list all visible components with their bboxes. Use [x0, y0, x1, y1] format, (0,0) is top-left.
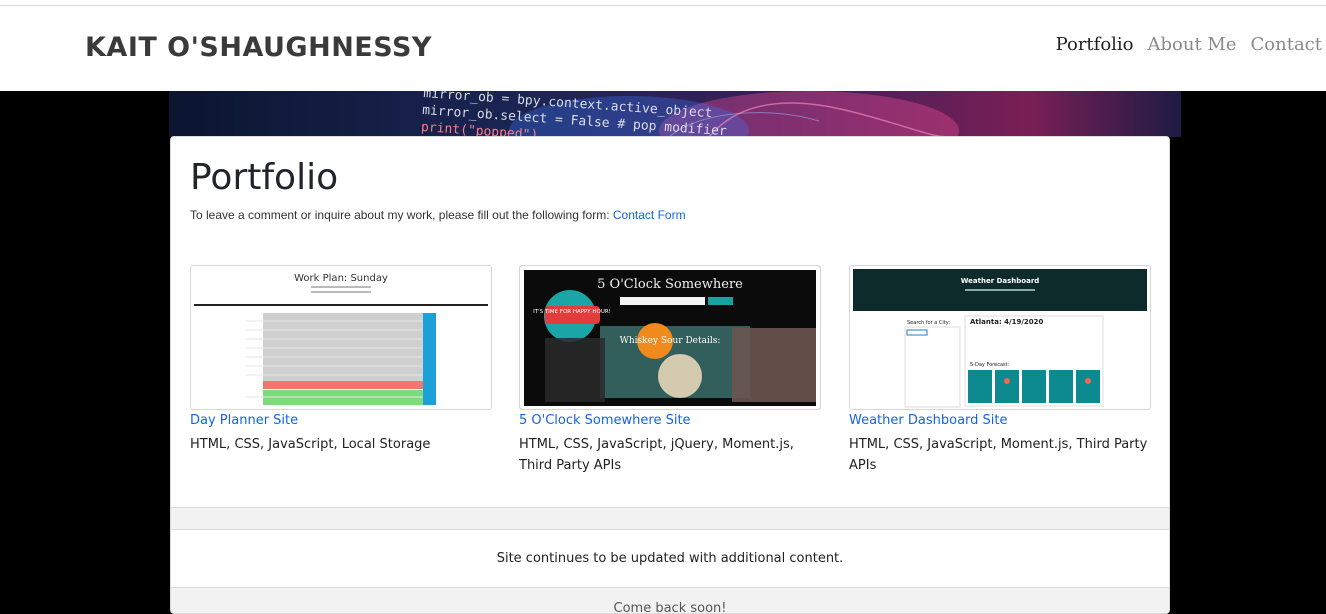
nav-links: Portfolio About Me Contact	[1056, 34, 1322, 55]
weather-forecast-label: 5-Day Forecast:	[970, 362, 1010, 368]
5-oclock-thumbnail[interactable]: 5 O'Clock Somewhere IT'S TIME FOR HAPPY …	[519, 265, 821, 410]
planner-rows	[246, 313, 436, 405]
portfolio-card: Portfolio To leave a comment or inquire …	[170, 136, 1170, 614]
contact-form-link[interactable]: Contact Form	[613, 208, 686, 222]
nav-link-portfolio[interactable]: Portfolio	[1056, 34, 1134, 55]
whiskey-sour-title: Whiskey Sour Details:	[620, 336, 721, 346]
day-planner-thumbnail[interactable]: Work Plan: Sunday	[190, 265, 492, 410]
footer-update-note: Site continues to be updated with additi…	[171, 529, 1169, 588]
happy-hour-badge: IT'S TIME FOR HAPPY HOUR!	[533, 309, 611, 315]
project-link-5-oclock[interactable]: 5 O'Clock Somewhere Site	[519, 413, 821, 428]
weather-city: Atlanta: 4/19/2020	[970, 318, 1044, 326]
page-title: Portfolio	[190, 157, 339, 198]
weather-search-label: Search for a City:	[907, 320, 950, 326]
footer-come-back: Come back soon!	[613, 601, 727, 614]
planner-heading: Work Plan: Sunday	[294, 273, 388, 284]
navbar: KAIT O'SHAUGHNESSY Portfolio About Me Co…	[0, 6, 1326, 91]
weather-screenshot: Weather Dashboard Search for a City: Atl…	[850, 266, 1150, 409]
lead-text: To leave a comment or inquire about my w…	[190, 208, 610, 222]
footer: Site continues to be updated with additi…	[171, 507, 1169, 614]
project-tech-weather: HTML, CSS, JavaScript, Moment.js, Third …	[849, 437, 1148, 473]
project-card-weather: Weather Dashboard Search for a City: Atl…	[849, 265, 1151, 476]
5-oclock-screenshot: 5 O'Clock Somewhere IT'S TIME FOR HAPPY …	[520, 266, 820, 409]
project-tech-5-oclock: HTML, CSS, JavaScript, jQuery, Moment.js…	[519, 437, 794, 473]
nav-link-about-me[interactable]: About Me	[1148, 34, 1237, 55]
day-planner-screenshot: Work Plan: Sunday	[191, 266, 491, 409]
brand-name[interactable]: KAIT O'SHAUGHNESSY	[85, 32, 432, 63]
project-link-weather[interactable]: Weather Dashboard Site	[849, 413, 1151, 428]
nav-link-contact[interactable]: Contact	[1251, 34, 1322, 55]
contact-lead-text: To leave a comment or inquire about my w…	[190, 208, 686, 222]
project-link-day-planner[interactable]: Day Planner Site	[190, 413, 492, 428]
hero-banner-image: mirror_ob = bpy.context.active_object mi…	[169, 91, 1181, 137]
project-card-5-oclock: 5 O'Clock Somewhere IT'S TIME FOR HAPPY …	[519, 265, 821, 476]
weather-heading: Weather Dashboard	[961, 277, 1040, 285]
project-tech-day-planner: HTML, CSS, JavaScript, Local Storage	[190, 437, 431, 452]
bar-heading: 5 O'Clock Somewhere	[597, 277, 743, 292]
project-card-day-planner: Work Plan: Sunday Day Planner Site HTML,…	[190, 265, 492, 455]
weather-thumbnail[interactable]: Weather Dashboard Search for a City: Atl…	[849, 265, 1151, 410]
